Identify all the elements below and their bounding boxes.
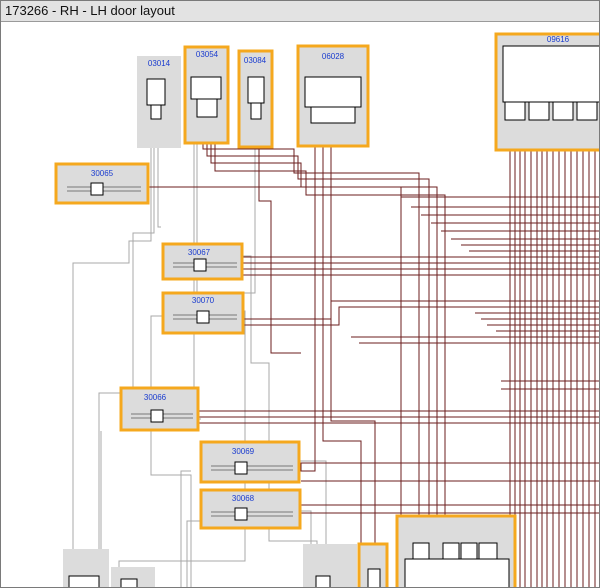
label-03054: 03054: [196, 50, 219, 59]
label-03014: 03014: [148, 59, 171, 68]
splice-30066[interactable]: 30066: [119, 386, 200, 432]
label-30065: 30065: [91, 169, 114, 178]
component-bottom-mid[interactable]: [303, 544, 357, 587]
component-bottom-left-2[interactable]: [111, 567, 155, 587]
label-06028: 06028: [322, 52, 345, 61]
brown-wires: [121, 113, 599, 587]
label-03084: 03084: [244, 56, 267, 65]
splice-30065[interactable]: 30065: [54, 162, 150, 205]
component-bottom-large[interactable]: [395, 514, 517, 587]
label-30066: 30066: [144, 393, 167, 402]
component-03014[interactable]: 03014: [137, 56, 181, 148]
component-bottom-left-1[interactable]: [63, 549, 109, 587]
label-30070: 30070: [192, 296, 215, 305]
label-30067: 30067: [188, 248, 211, 257]
splice-30070[interactable]: 30070: [161, 291, 245, 335]
component-bottom-narrow[interactable]: [357, 542, 389, 587]
component-03054[interactable]: 03054: [183, 45, 230, 145]
component-03084[interactable]: 03084: [237, 49, 274, 149]
title-bar: 173266 - RH - LH door layout: [1, 1, 599, 22]
splice-30069[interactable]: 30069: [199, 440, 301, 484]
label-09616: 09616: [547, 35, 570, 44]
component-09616[interactable]: 09616: [494, 32, 599, 152]
label-30069: 30069: [232, 447, 255, 456]
component-06028[interactable]: 06028: [296, 44, 370, 148]
diagram-window: 173266 - RH - LH door layout 03014 03054…: [0, 0, 600, 588]
label-30068: 30068: [232, 494, 255, 503]
splice-30068[interactable]: 30068: [199, 488, 302, 530]
window-title: 173266 - RH - LH door layout: [5, 3, 175, 18]
splice-30067[interactable]: 30067: [161, 242, 244, 281]
wiring-diagram: 03014 03054 03084 06028 09616 30065 3006…: [54, 32, 599, 587]
